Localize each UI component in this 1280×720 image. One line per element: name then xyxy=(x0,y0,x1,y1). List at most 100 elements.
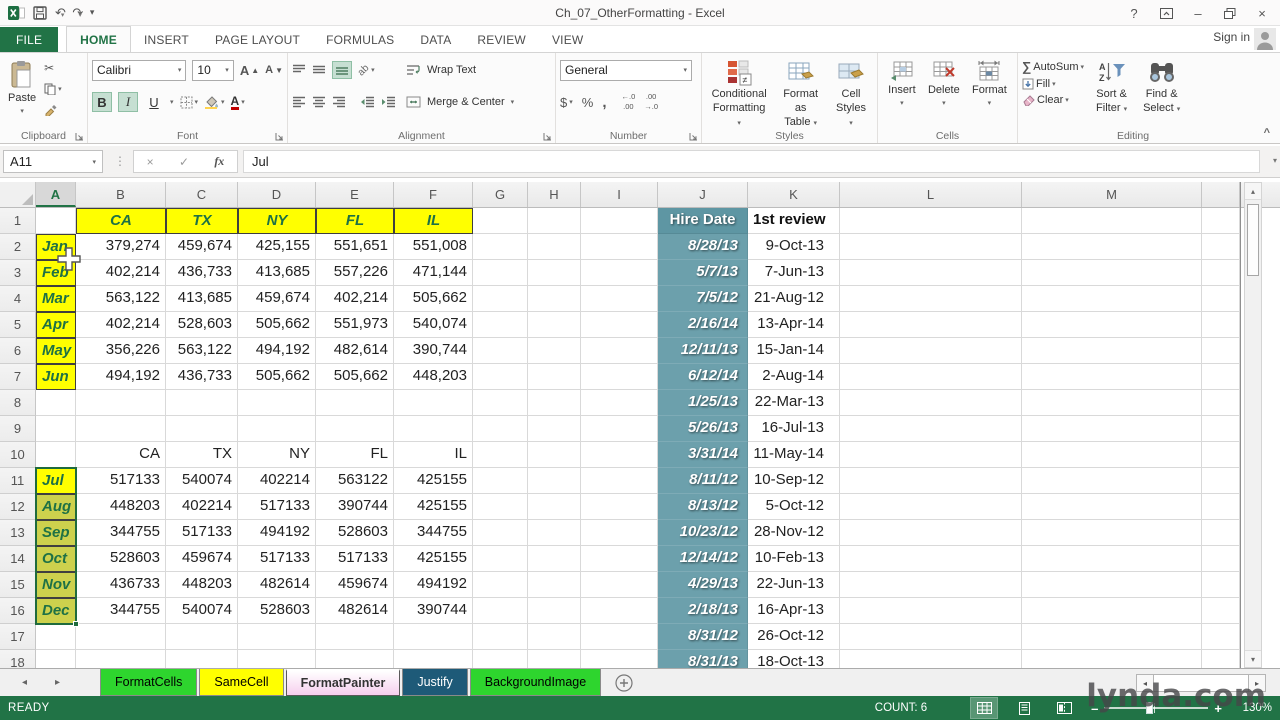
bottom-align-button[interactable] xyxy=(332,61,352,79)
cell-K9[interactable]: 16-Jul-13 xyxy=(748,416,840,442)
cell-K12[interactable]: 5-Oct-12 xyxy=(748,494,840,520)
cell-F5[interactable]: 540,074 xyxy=(394,312,473,338)
cell-D11[interactable]: 402214 xyxy=(238,468,316,494)
cell-E11[interactable]: 563122 xyxy=(316,468,394,494)
copy-button[interactable]: ▾ xyxy=(44,83,62,95)
cell-H10[interactable] xyxy=(528,442,581,468)
sheet-tab-backgroundimage[interactable]: BackgroundImage xyxy=(470,669,601,696)
cell-M7[interactable] xyxy=(1022,364,1202,390)
cell-L13[interactable] xyxy=(840,520,1022,546)
cell-G16[interactable] xyxy=(473,598,528,624)
cell-D9[interactable] xyxy=(238,416,316,442)
cell-D15[interactable]: 482614 xyxy=(238,572,316,598)
cell-A10[interactable] xyxy=(36,442,76,468)
number-dialog-launcher[interactable] xyxy=(689,132,698,141)
cell-J2[interactable]: 8/28/13 xyxy=(658,234,748,260)
cell-G15[interactable] xyxy=(473,572,528,598)
cell-F8[interactable] xyxy=(394,390,473,416)
cell-X15[interactable] xyxy=(1202,572,1240,598)
cell-D5[interactable]: 505,662 xyxy=(238,312,316,338)
cell-E14[interactable]: 517133 xyxy=(316,546,394,572)
cell-L15[interactable] xyxy=(840,572,1022,598)
cell-K6[interactable]: 15-Jan-14 xyxy=(748,338,840,364)
cell-D2[interactable]: 425,155 xyxy=(238,234,316,260)
cell-M14[interactable] xyxy=(1022,546,1202,572)
cell-J14[interactable]: 12/14/12 xyxy=(658,546,748,572)
column-header-C[interactable]: C xyxy=(166,182,238,207)
restore-button[interactable] xyxy=(1216,2,1244,24)
cell-X18[interactable] xyxy=(1202,650,1240,668)
cell-A18[interactable] xyxy=(36,650,76,668)
alignment-dialog-launcher[interactable] xyxy=(543,132,552,141)
cell-X11[interactable] xyxy=(1202,468,1240,494)
cell-H1[interactable] xyxy=(528,208,581,234)
cell-I6[interactable] xyxy=(581,338,658,364)
increase-decimal-button[interactable]: ←.0.00 xyxy=(621,93,635,112)
cell-L8[interactable] xyxy=(840,390,1022,416)
column-header-B[interactable]: B xyxy=(76,182,166,207)
cell-K10[interactable]: 11-May-14 xyxy=(748,442,840,468)
middle-align-button[interactable] xyxy=(312,64,326,76)
cell-J10[interactable]: 3/31/14 xyxy=(658,442,748,468)
cell-J15[interactable]: 4/29/13 xyxy=(658,572,748,598)
cell-G1[interactable] xyxy=(473,208,528,234)
cell-B12[interactable]: 448203 xyxy=(76,494,166,520)
cell-E10[interactable]: FL xyxy=(316,442,394,468)
column-header-L[interactable]: L xyxy=(840,182,1022,207)
cell-F15[interactable]: 494192 xyxy=(394,572,473,598)
cell-M10[interactable] xyxy=(1022,442,1202,468)
scroll-up-arrow[interactable]: ▴ xyxy=(1245,183,1261,200)
cell-A14[interactable]: Oct xyxy=(36,546,76,572)
cell-H16[interactable] xyxy=(528,598,581,624)
cell-A8[interactable] xyxy=(36,390,76,416)
cell-A11[interactable]: Jul xyxy=(36,468,76,494)
column-header-E[interactable]: E xyxy=(316,182,394,207)
cell-J5[interactable]: 2/16/14 xyxy=(658,312,748,338)
sheet-tab-justify[interactable]: Justify xyxy=(402,669,467,696)
normal-view-button[interactable] xyxy=(971,698,997,718)
cell-B2[interactable]: 379,274 xyxy=(76,234,166,260)
row-header-16[interactable]: 16 xyxy=(0,598,36,624)
clipboard-dialog-launcher[interactable] xyxy=(75,132,84,141)
cell-C12[interactable]: 402214 xyxy=(166,494,238,520)
row-header-1[interactable]: 1 xyxy=(0,208,36,234)
cell-E7[interactable]: 505,662 xyxy=(316,364,394,390)
cell-M8[interactable] xyxy=(1022,390,1202,416)
conditional-formatting-button[interactable]: ≠ ConditionalFormatting ▾ xyxy=(706,57,772,132)
sheet-tab-samecell[interactable]: SameCell xyxy=(199,669,283,696)
close-button[interactable]: × xyxy=(1248,2,1276,24)
comma-style-button[interactable]: , xyxy=(602,94,606,111)
cell-F17[interactable] xyxy=(394,624,473,650)
row-header-9[interactable]: 9 xyxy=(0,416,36,442)
cell-B15[interactable]: 436733 xyxy=(76,572,166,598)
cell-L10[interactable] xyxy=(840,442,1022,468)
fill-color-button[interactable]: ▾ xyxy=(204,95,225,109)
ribbon-tab-page-layout[interactable]: PAGE LAYOUT xyxy=(202,27,313,53)
cell-K1[interactable]: 1st review xyxy=(748,208,840,234)
accounting-format-button[interactable]: $▾ xyxy=(560,95,573,110)
cell-E18[interactable] xyxy=(316,650,394,668)
cell-M4[interactable] xyxy=(1022,286,1202,312)
cell-G8[interactable] xyxy=(473,390,528,416)
cell-L9[interactable] xyxy=(840,416,1022,442)
paste-button[interactable]: Paste ▾ xyxy=(4,57,40,120)
cell-F14[interactable]: 425155 xyxy=(394,546,473,572)
row-header-12[interactable]: 12 xyxy=(0,494,36,520)
cell-E13[interactable]: 528603 xyxy=(316,520,394,546)
cell-F18[interactable] xyxy=(394,650,473,668)
cell-C13[interactable]: 517133 xyxy=(166,520,238,546)
cell-E5[interactable]: 551,973 xyxy=(316,312,394,338)
column-header-F[interactable]: F xyxy=(394,182,473,207)
ribbon-tab-review[interactable]: REVIEW xyxy=(464,27,539,53)
cell-I8[interactable] xyxy=(581,390,658,416)
cell-M18[interactable] xyxy=(1022,650,1202,668)
cell-G9[interactable] xyxy=(473,416,528,442)
cell-J4[interactable]: 7/5/12 xyxy=(658,286,748,312)
cell-E6[interactable]: 482,614 xyxy=(316,338,394,364)
cell-L1[interactable] xyxy=(840,208,1022,234)
cell-D18[interactable] xyxy=(238,650,316,668)
minimize-button[interactable]: – xyxy=(1184,2,1212,24)
cell-C2[interactable]: 459,674 xyxy=(166,234,238,260)
orientation-button[interactable]: ab▾ xyxy=(358,65,375,76)
cell-C8[interactable] xyxy=(166,390,238,416)
